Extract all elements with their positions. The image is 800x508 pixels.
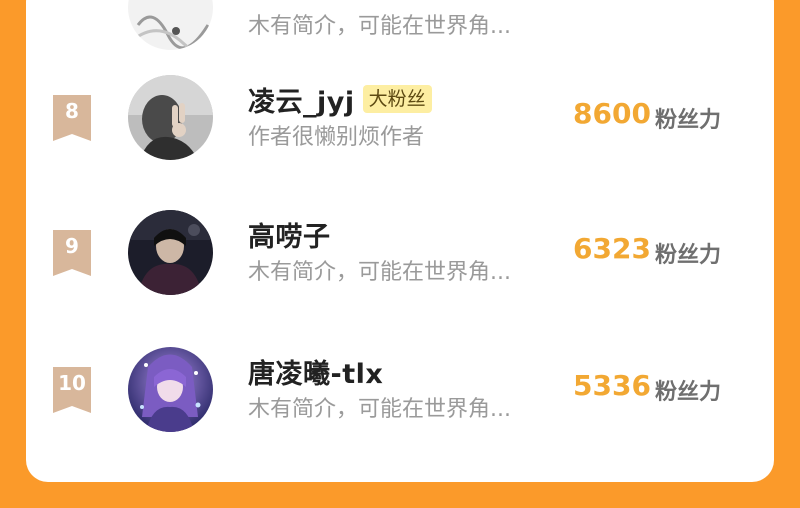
rank-badge: 10: [53, 367, 91, 413]
fan-ranking-card: 木有简介，可能在世界角... 8 凌云_jyj 大粉丝 作者很懒别烦作者 860…: [26, 0, 774, 482]
fan-bio: 木有简介，可能在世界角...: [248, 397, 511, 422]
fan-name[interactable]: 唐凌曦-tlx: [248, 352, 383, 391]
fan-bio: 木有简介，可能在世界角...: [248, 260, 511, 285]
rank-number: 8: [65, 99, 79, 123]
avatar[interactable]: [128, 0, 213, 50]
name-line: 唐凌曦-tlx: [248, 352, 383, 391]
fan-score: 8600: [573, 97, 651, 130]
avatar[interactable]: [128, 210, 213, 295]
fan-name[interactable]: 高唠子: [248, 215, 331, 254]
name-line: 凌云_jyj 大粉丝: [248, 80, 432, 119]
rank-badge: 9: [53, 230, 91, 276]
fan-score-unit: 粉丝力: [655, 380, 722, 405]
fan-score-unit: 粉丝力: [655, 108, 722, 133]
list-item[interactable]: 9 高唠子 木有简介，可能在世界角... 6323 粉丝力: [26, 210, 774, 310]
avatar[interactable]: [128, 347, 213, 432]
list-item[interactable]: 8 凌云_jyj 大粉丝 作者很懒别烦作者 8600 粉丝力: [26, 75, 774, 175]
fan-bio: 作者很懒别烦作者: [248, 125, 425, 150]
list-item[interactable]: 10 唐凌曦-tlx 木有简介，可能在世界角... 5336 粉丝力: [26, 347, 774, 447]
fan-score-unit: 粉丝力: [655, 243, 722, 268]
fan-level-badge: 大粉丝: [362, 85, 432, 113]
fan-bio: 木有简介，可能在世界角...: [248, 14, 511, 39]
rank-number: 9: [65, 234, 79, 258]
fan-score: 6323: [573, 232, 651, 265]
avatar[interactable]: [128, 75, 213, 160]
name-line: 高唠子: [248, 215, 331, 254]
fan-score: 5336: [573, 369, 651, 402]
rank-number: 10: [58, 371, 86, 395]
fan-name[interactable]: 凌云_jyj: [248, 80, 355, 119]
rank-badge: 8: [53, 95, 91, 141]
